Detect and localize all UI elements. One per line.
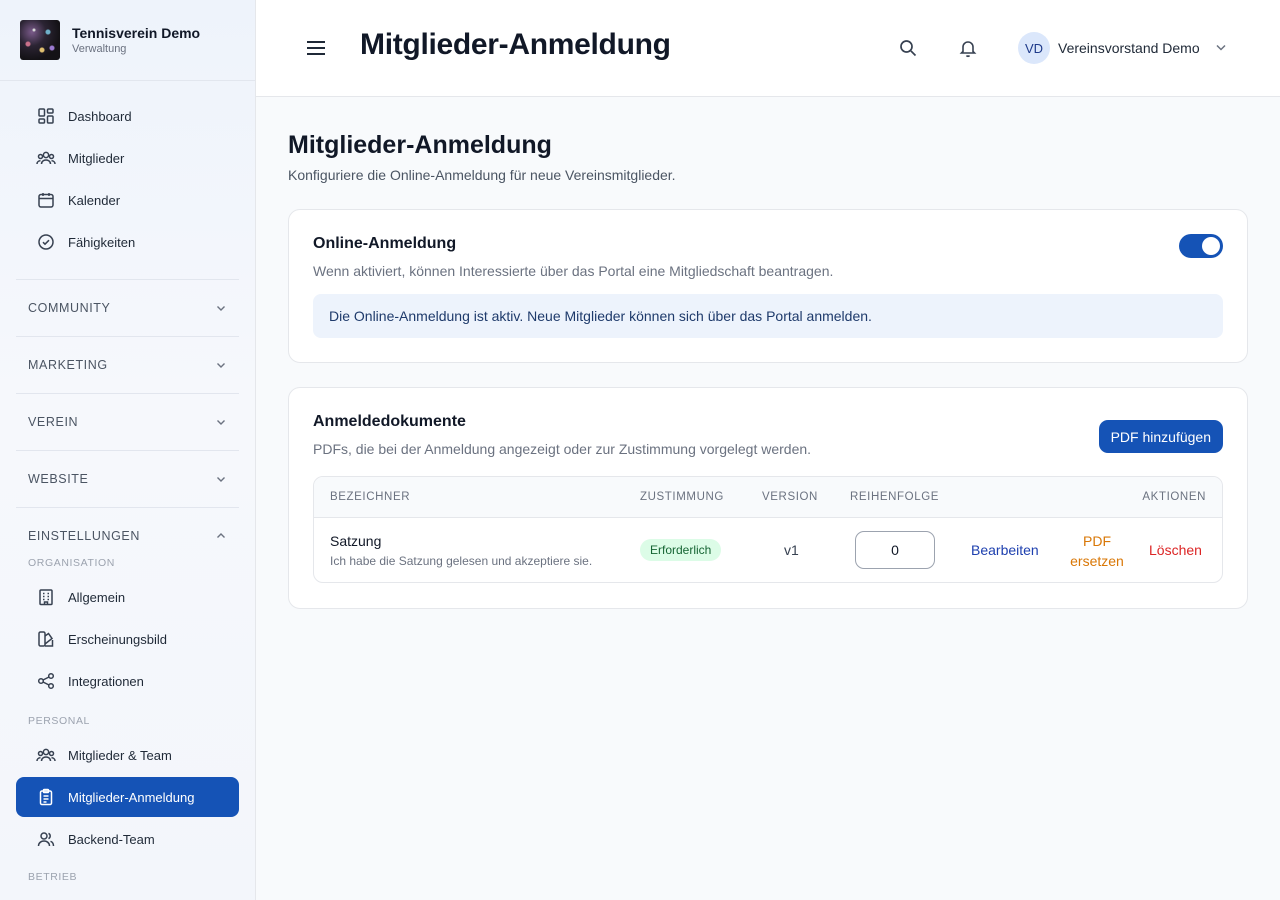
card-description: Wenn aktiviert, können Interessierte übe… — [313, 263, 834, 279]
sidebar-item-label: Mitglieder — [68, 150, 125, 166]
delete-link[interactable]: Löschen — [1149, 542, 1202, 558]
main-content: Mitglieder-Anmeldung Konfiguriere die On… — [288, 97, 1248, 609]
replace-pdf-link[interactable]: PDF ersetzen — [1062, 531, 1132, 571]
sidebar: Tennisverein Demo Verwaltung Dashboard M… — [0, 0, 256, 900]
card-title: Anmeldedokumente — [313, 413, 466, 430]
add-pdf-button[interactable]: PDF hinzufügen — [1098, 420, 1223, 453]
page-title: Mitglieder-Anmeldung — [288, 131, 552, 159]
section-website[interactable]: WEBSITE — [16, 451, 239, 508]
palette-icon — [36, 629, 56, 649]
brand-subtitle: Verwaltung — [72, 42, 127, 55]
registration-documents-card: Anmeldedokumente PDFs, die bei der Anmel… — [288, 387, 1248, 609]
document-version: v1 — [784, 542, 799, 558]
sidebar-item-kalender[interactable]: Kalender — [16, 180, 239, 220]
sidebar-item-allgemein[interactable]: Allgemein — [16, 577, 239, 617]
sidebar-item-label: Kalender — [68, 192, 121, 208]
bell-icon[interactable] — [956, 36, 980, 60]
replace-pdf-label-1: PDF — [1083, 533, 1111, 549]
chevron-down-icon — [215, 416, 227, 428]
section-community[interactable]: COMMUNITY — [16, 280, 239, 337]
dashboard-icon — [36, 106, 56, 126]
search-icon[interactable] — [896, 36, 920, 60]
sidebar-item-label: Erscheinungsbild — [68, 631, 168, 647]
chevron-up-icon — [215, 530, 227, 542]
chevron-down-icon[interactable] — [1214, 40, 1230, 56]
sidebar-item-label: Dashboard — [68, 108, 132, 124]
clipboard-icon — [36, 787, 56, 807]
sidebar-item-mitglieder-anmeldung[interactable]: Mitglieder-Anmeldung — [16, 777, 239, 817]
replace-pdf-label-2: ersetzen — [1070, 553, 1124, 569]
sidebar-item-dashboard[interactable]: Dashboard — [16, 96, 239, 136]
column-header: AKTIONEN — [1142, 491, 1206, 503]
column-header: BEZEICHNER — [330, 491, 411, 503]
column-header: VERSION — [762, 491, 818, 503]
sidebar-item-mitglieder[interactable]: Mitglieder — [16, 138, 239, 178]
online-registration-toggle[interactable] — [1179, 234, 1223, 258]
section-label: COMMUNITY — [28, 301, 111, 315]
chevron-down-icon — [215, 302, 227, 314]
sidebar-item-mitglieder-team[interactable]: Mitglieder & Team — [16, 735, 239, 775]
sidebar-item-erscheinungsbild[interactable]: Erscheinungsbild — [16, 619, 239, 659]
subhead-betrieb: BETRIEB — [28, 871, 78, 883]
subhead-organisation: ORGANISATION — [28, 557, 115, 569]
sidebar-item-label: Backend-Team — [68, 831, 155, 847]
section-label: VEREIN — [28, 415, 79, 429]
sidebar-item-integrationen[interactable]: Integrationen — [16, 661, 239, 701]
check-circle-icon — [36, 232, 56, 252]
sidebar-item-faehigkeiten[interactable]: Fähigkeiten — [16, 222, 239, 262]
avatar[interactable]: VD — [1018, 32, 1050, 64]
column-header: ZUSTIMMUNG — [640, 491, 724, 503]
header-title: Mitglieder-Anmeldung — [360, 28, 671, 61]
brand: Tennisverein Demo Verwaltung — [0, 0, 255, 81]
section-label: MARKETING — [28, 358, 108, 372]
sidebar-item-label: Mitglieder-Anmeldung — [68, 789, 195, 805]
building-icon — [36, 587, 56, 607]
team-icon — [36, 829, 56, 849]
table-header: BEZEICHNER ZUSTIMMUNG VERSION REIHENFOLG… — [314, 477, 1222, 518]
club-logo — [20, 20, 60, 60]
user-name[interactable]: Vereinsvorstand Demo — [1058, 40, 1200, 56]
section-label: EINSTELLUNGEN — [28, 528, 140, 543]
users-icon — [36, 745, 56, 765]
sidebar-item-label: Allgemein — [68, 589, 126, 605]
sidebar-item-label: Integrationen — [68, 673, 144, 689]
online-registration-card: Online-Anmeldung Wenn aktiviert, können … — [288, 209, 1248, 363]
sidebar-item-label: Fähigkeiten — [68, 234, 136, 250]
chevron-down-icon — [215, 473, 227, 485]
calendar-icon — [36, 190, 56, 210]
share-icon — [36, 671, 56, 691]
document-description: Ich habe die Satzung gelesen und akzepti… — [330, 554, 593, 568]
section-verein[interactable]: VEREIN — [16, 394, 239, 451]
chevron-down-icon — [215, 359, 227, 371]
table-row: Satzung Ich habe die Satzung gelesen und… — [314, 518, 1222, 582]
sidebar-item-label: Mitglieder & Team — [68, 747, 172, 763]
status-badge: Erforderlich — [640, 539, 722, 561]
sidebar-item-backend-team[interactable]: Backend-Team — [16, 819, 239, 859]
documents-table: BEZEICHNER ZUSTIMMUNG VERSION REIHENFOLG… — [313, 476, 1223, 583]
document-name: Satzung — [330, 533, 382, 549]
card-title: Online-Anmeldung — [313, 235, 457, 252]
section-label: WEBSITE — [28, 472, 89, 486]
topbar: Mitglieder-Anmeldung VD Vereinsvorstand … — [256, 0, 1280, 97]
card-description: PDFs, die bei der Anmeldung angezeigt od… — [313, 441, 812, 457]
menu-icon[interactable] — [306, 37, 326, 59]
brand-title: Tennisverein Demo — [72, 24, 201, 41]
subhead-personal: PERSONAL — [28, 715, 90, 727]
edit-link[interactable]: Bearbeiten — [971, 542, 1039, 558]
order-input[interactable] — [855, 531, 935, 569]
info-banner: Die Online-Anmeldung ist aktiv. Neue Mit… — [313, 294, 1223, 338]
page-subtitle: Konfiguriere die Online-Anmeldung für ne… — [288, 167, 676, 183]
section-marketing[interactable]: MARKETING — [16, 337, 239, 394]
users-icon — [36, 148, 56, 168]
column-header: REIHENFOLGE — [850, 491, 940, 503]
